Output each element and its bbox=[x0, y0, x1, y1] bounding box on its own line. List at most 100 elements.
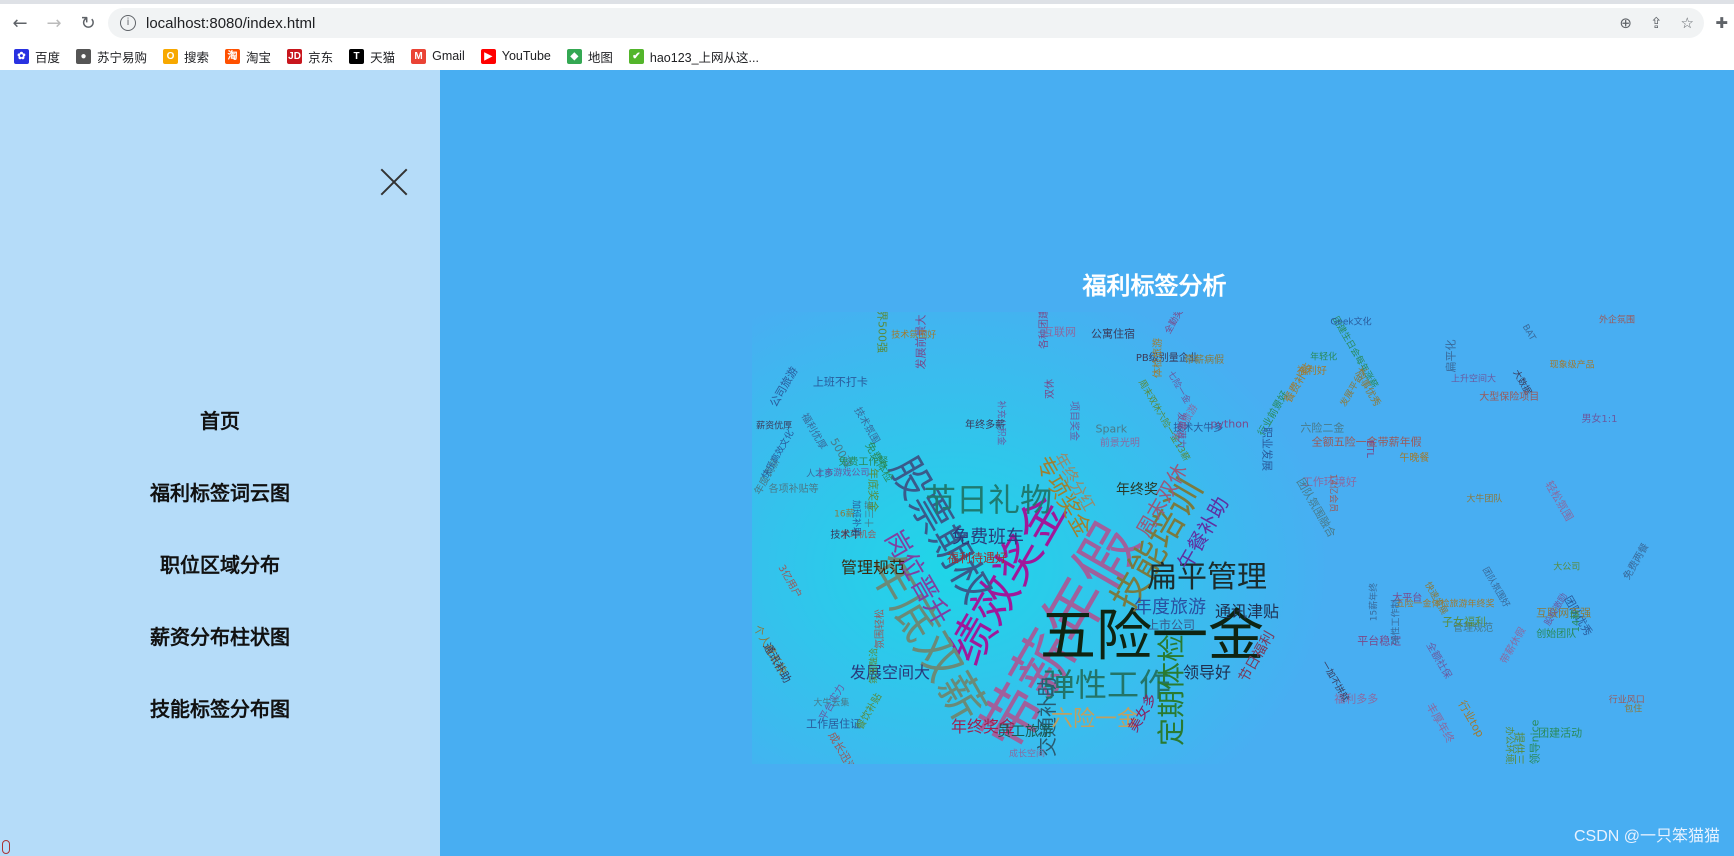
bookmark-label: 京东 bbox=[308, 50, 334, 65]
browser-toolbar: ← → ↻ i localhost:8080/index.html ⊕ ⇪ ☆ ✚ bbox=[0, 4, 1734, 42]
word-small: 丰厚年终 bbox=[1423, 700, 1458, 746]
menu-item-skills[interactable]: 技能标签分布图 bbox=[0, 693, 440, 722]
bookmark-icon: O bbox=[163, 48, 179, 64]
word-small: 技术牛 bbox=[830, 529, 861, 541]
bookmark-label: hao123_上网从这... bbox=[649, 50, 759, 65]
menu-item-home[interactable]: 首页 bbox=[0, 405, 440, 434]
bookmark-icon: ● bbox=[76, 48, 92, 64]
word-small: 上升空间大 bbox=[1450, 374, 1496, 385]
bookmark-icon: ✿ bbox=[14, 48, 29, 64]
bookmark[interactable]: 淘淘宝 bbox=[225, 47, 271, 66]
close-icon[interactable] bbox=[380, 168, 408, 196]
bookmark[interactable]: T 天猫 bbox=[349, 47, 395, 66]
word-small: 福利好 bbox=[1296, 365, 1327, 377]
word-small: 互联网百强 bbox=[1536, 606, 1592, 620]
word-small: 公司旅游 bbox=[767, 365, 801, 410]
bookmark-label: 天猫 bbox=[370, 50, 396, 65]
word-small: 职业发展 bbox=[1260, 426, 1274, 471]
word-small: 轻松氛围 bbox=[1542, 478, 1576, 524]
word-small: 项目奖金 bbox=[1067, 401, 1079, 442]
menu-item-wordcloud[interactable]: 福利标签词云图 bbox=[0, 477, 440, 506]
bookmark-icon: 淘 bbox=[225, 48, 241, 64]
menu-item-region[interactable]: 职位区域分布 bbox=[0, 549, 440, 578]
word: 扁平管理 bbox=[1147, 560, 1267, 595]
word-small: 免费两餐 bbox=[1622, 541, 1652, 582]
word: 年终奖 bbox=[1116, 482, 1158, 498]
word-small: 各项补贴等 bbox=[768, 483, 819, 495]
bookmark[interactable]: O 搜索 bbox=[163, 47, 209, 66]
url-text[interactable]: localhost:8080/index.html bbox=[146, 15, 315, 32]
word-small: 大牛团队 bbox=[1466, 494, 1503, 505]
bookmark[interactable]: ✿ 百度 bbox=[14, 47, 60, 66]
word-small: 上市游戏公司 bbox=[815, 468, 870, 479]
word-small: 双休 bbox=[1044, 379, 1056, 400]
word-small: 大牛云集 bbox=[813, 698, 850, 709]
bookmark-label: Gmail bbox=[432, 49, 465, 63]
word-small: 技术氛围好 bbox=[891, 330, 937, 341]
word-small: 午晚餐 bbox=[1399, 453, 1430, 465]
word: 员工旅游 bbox=[997, 724, 1053, 740]
extensions-icon[interactable]: ✚ bbox=[1715, 14, 1728, 32]
address-bar[interactable]: i localhost:8080/index.html ⊕ ⇪ ☆ bbox=[108, 8, 1704, 38]
bookmark[interactable]: M Gmail bbox=[411, 48, 465, 64]
bookmark[interactable]: ◆ 地图 bbox=[566, 47, 613, 66]
word-small: 技术氛围 bbox=[851, 406, 882, 447]
word-small: 子女福利 bbox=[1442, 615, 1487, 629]
word-small: 办公环境好 bbox=[1503, 726, 1514, 764]
bookmark[interactable]: ✔ hao123_上网从这... bbox=[628, 47, 759, 66]
word-small: 上班不打卡 bbox=[812, 375, 868, 389]
bookmark-label: 淘宝 bbox=[246, 50, 272, 65]
menu-item-salary[interactable]: 薪资分布柱状图 bbox=[0, 621, 440, 650]
back-icon[interactable]: ← bbox=[6, 13, 34, 34]
word-small: 公寓住宿 bbox=[1091, 327, 1136, 341]
word-small: 全额社保 bbox=[1423, 640, 1453, 681]
word-small: 扁平化 bbox=[1444, 339, 1458, 373]
word-cloud: 带薪年假 五险一金 绩效奖金 年底双薪 股票期权 节日礼物 岗位晋升 技能培训 扁平管理 弹性工作… bbox=[752, 312, 1670, 764]
bookmark-label: 苏宁易购 bbox=[97, 50, 148, 65]
word-small: 互联网 bbox=[1043, 325, 1077, 339]
share-icon[interactable]: ⇪ bbox=[1650, 14, 1663, 32]
zoom-icon[interactable]: ⊕ bbox=[1619, 14, 1632, 32]
site-info-icon[interactable]: i bbox=[120, 15, 136, 31]
word-small: 餐饮补贴 bbox=[855, 691, 885, 732]
word: 定期体检 bbox=[1155, 633, 1188, 747]
watermark: CSDN @一只笨猫猫 bbox=[1573, 828, 1720, 845]
main-panel: 福利标签分析 带薪年假 五险一金 绩效奖金 年底双薪 股票期权 节日礼物 岗位晋升 技能培训扁… bbox=[440, 70, 1734, 856]
word-small: 快乐高效文化 bbox=[761, 428, 797, 481]
word-small: 年底奖金 bbox=[866, 468, 880, 513]
bookmark-icon: ◆ bbox=[566, 48, 582, 64]
bookmark[interactable]: JD 京东 bbox=[287, 47, 333, 66]
word-small: 男女1:1 bbox=[1581, 413, 1618, 425]
word: 年度旅游 bbox=[1134, 597, 1206, 618]
word-small: 14亿会员 bbox=[1327, 473, 1338, 513]
word: 免费班车 bbox=[952, 527, 1024, 548]
forward-icon[interactable]: → bbox=[40, 13, 68, 34]
bookmark-label: 搜索 bbox=[184, 50, 210, 65]
chart-title: 福利标签分析 bbox=[1082, 272, 1227, 300]
word-small: 现象级产品 bbox=[1549, 360, 1595, 371]
word-small: 带薪病假 bbox=[1184, 354, 1225, 366]
word: 节日礼物 bbox=[923, 481, 1053, 519]
bookmark[interactable]: ● 苏宁易购 bbox=[76, 47, 147, 66]
bookmark[interactable]: ▶ YouTube bbox=[480, 48, 551, 64]
bookmark-icon: ✔ bbox=[628, 48, 644, 64]
sidebar: 首页 福利标签词云图 职位区域分布 薪资分布柱状图 技能标签分布图 bbox=[0, 70, 440, 856]
word-small: BAT bbox=[1519, 322, 1538, 343]
word-small: 弹性工作制 bbox=[1391, 599, 1402, 645]
word-small: 行业top bbox=[1454, 698, 1487, 740]
word-small: 成长空间 bbox=[1008, 749, 1046, 760]
word-small: 包住 bbox=[1624, 704, 1643, 715]
word-small: 团建活动 bbox=[1538, 726, 1583, 740]
word: 领导好 bbox=[1182, 663, 1232, 682]
bookmarks-bar: ✿ 百度 ● 苏宁易购 O 搜索淘淘宝 JD 京东 T 天猫 M Gmail ▶ YouTube ◆ 地图 ✔ h… bbox=[0, 42, 1734, 70]
word-small: Spark bbox=[1095, 422, 1128, 436]
reload-icon[interactable]: ↻ bbox=[74, 13, 102, 34]
star-icon[interactable]: ☆ bbox=[1681, 14, 1694, 32]
bookmark-label: YouTube bbox=[501, 49, 551, 63]
word-small: 前景光明 bbox=[1099, 437, 1140, 449]
scroll-indicator bbox=[2, 840, 10, 854]
word-small: Geek文化 bbox=[1330, 317, 1372, 328]
word-small: 成长迅速 bbox=[825, 729, 860, 764]
word-small: 体检旅游 bbox=[1153, 337, 1165, 378]
bookmark-icon: M bbox=[411, 48, 427, 64]
